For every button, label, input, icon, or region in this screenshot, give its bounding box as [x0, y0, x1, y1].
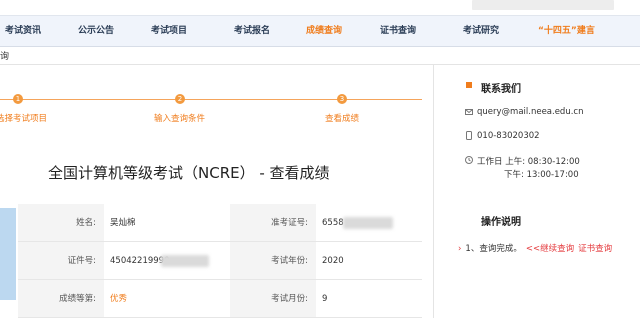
- breadcrumb: 询: [0, 52, 10, 62]
- year-value: 2020: [316, 242, 422, 280]
- main-nav: 考试资讯 公示公告 考试项目 考试报名 成绩查询 证书查询 考试研究 “十四五”…: [0, 15, 640, 47]
- id-redaction: [161, 255, 209, 267]
- contact-email[interactable]: query@mail.neea.edu.cn: [477, 107, 583, 117]
- nav-item-registration[interactable]: 考试报名: [234, 16, 270, 46]
- clock-icon: [465, 156, 473, 164]
- step-3-circle: 3: [337, 94, 347, 104]
- step-1-label: 选择考试项目: [0, 114, 48, 124]
- id-label: 证件号:: [18, 242, 104, 280]
- name-label: 姓名:: [18, 204, 104, 242]
- contact-phone: 010-83020302: [477, 131, 540, 141]
- certificate-query-link[interactable]: 证书查询: [578, 244, 612, 254]
- top-strip: [0, 0, 640, 14]
- step-2-label: 输入查询条件: [154, 114, 206, 124]
- steps-progress-line: [0, 99, 422, 100]
- operation-title: 操作说明: [481, 217, 521, 228]
- grade-label: 成绩等第:: [18, 280, 104, 318]
- nav-item-research[interactable]: 考试研究: [463, 16, 499, 46]
- operation-item: › 1、查询完成。 <<继续查询 证书查询: [458, 242, 612, 254]
- month-label: 考试月份:: [230, 280, 316, 318]
- working-hours-am: 工作日 上午: 08:30-12:00: [477, 157, 580, 167]
- sidebar-divider: [433, 64, 434, 318]
- step-2-circle: 2: [175, 94, 185, 104]
- top-search-box[interactable]: [472, 0, 614, 10]
- contact-marker-icon: [466, 82, 472, 88]
- grade-value: 优秀: [104, 280, 230, 318]
- continue-query-link[interactable]: <<继续查询: [526, 244, 574, 254]
- ticket-label: 准考证号:: [230, 204, 316, 242]
- nav-item-score-query[interactable]: 成绩查询: [306, 16, 342, 46]
- divider: [0, 64, 640, 65]
- mail-icon: [465, 109, 473, 117]
- nav-item-news[interactable]: 考试资讯: [5, 16, 41, 46]
- year-label: 考试年份:: [230, 242, 316, 280]
- month-value: 9: [316, 280, 422, 318]
- step-3-label: 查看成绩: [325, 114, 360, 124]
- name-value: 吴灿棉: [104, 204, 230, 242]
- page-title: 全国计算机等级考试（NCRE） - 查看成绩: [48, 164, 330, 182]
- working-hours-pm: 下午: 13:00-17:00: [504, 170, 579, 180]
- ticket-redaction: [343, 217, 393, 229]
- contact-title: 联系我们: [481, 84, 521, 95]
- nav-item-announcements[interactable]: 公示公告: [78, 16, 114, 46]
- step-1-circle: 1: [13, 94, 23, 104]
- nav-item-certificate-query[interactable]: 证书查询: [380, 16, 416, 46]
- nav-item-suggestions[interactable]: “十四五”建言: [538, 16, 595, 46]
- operation-text: 1、查询完成。: [465, 244, 522, 254]
- phone-icon: [465, 131, 473, 140]
- score-table: 姓名: 吴灿棉 准考证号: 6558 证件号: 45042219990 考试年份…: [18, 204, 422, 318]
- candidate-photo: [0, 208, 16, 300]
- chevron-right-icon: ›: [458, 244, 462, 254]
- nav-item-exam-projects[interactable]: 考试项目: [151, 16, 187, 46]
